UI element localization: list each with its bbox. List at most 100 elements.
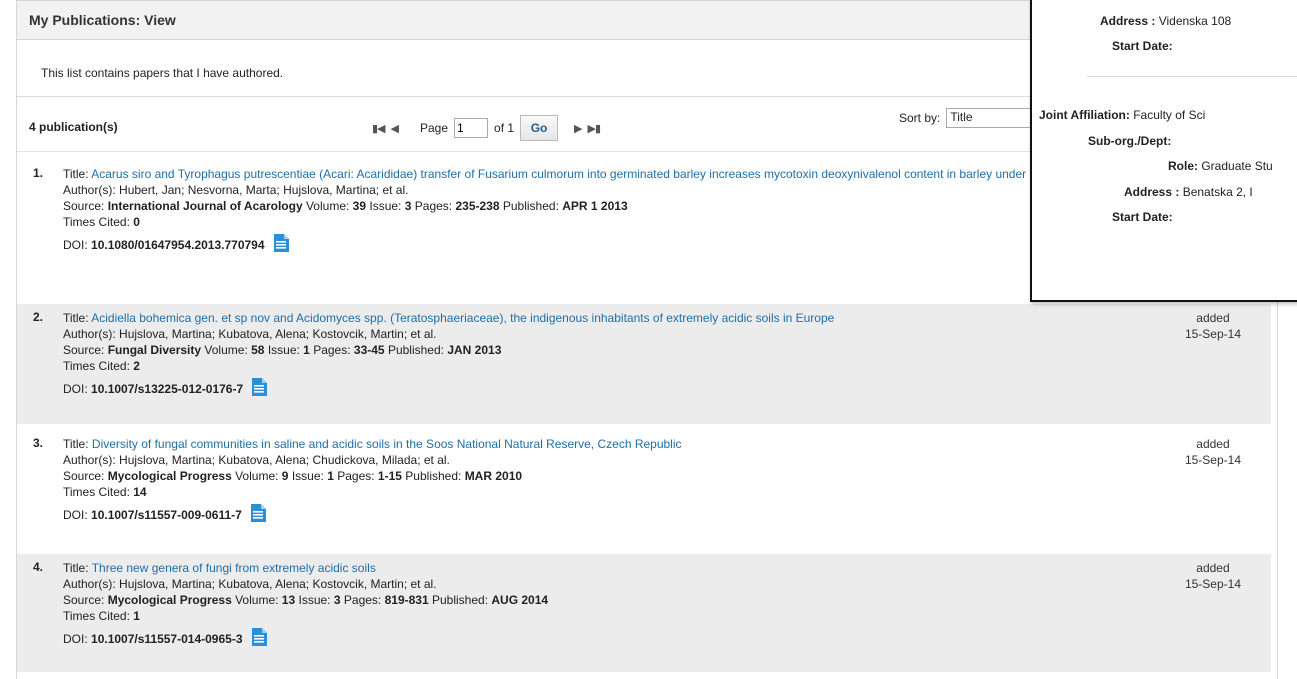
times-cited: 2 [133,359,140,373]
issue-label: Issue: [267,343,300,357]
volume: 58 [251,343,265,357]
added-label: added [1196,437,1230,451]
times-cited: 14 [133,485,147,499]
issue: 3 [404,199,412,213]
intro-text: This list contains papers that I have au… [41,66,284,80]
issue-label: Issue: [291,469,324,483]
journal-name: Mycological Progress [107,593,232,607]
published: MAR 2010 [464,469,523,483]
page-total-label: of 1 [494,121,515,135]
issue: 3 [333,593,341,607]
times-cited-label: Times Cited: [63,359,130,373]
doi: 10.1007/s11557-014-0965-3 [91,632,243,646]
published: JAN 2013 [447,343,502,357]
source-label: Source: [63,593,105,607]
authors-label: Author(s): [63,327,116,341]
times-cited: 0 [133,215,140,229]
pages-label: Pages: [337,469,375,483]
authors: Hubert, Jan; Nesvorna, Marta; Hujslova, … [119,183,409,197]
published: AUG 2014 [491,593,549,607]
issue: 1 [327,469,334,483]
added-label: added [1196,561,1230,575]
times-cited-label: Times Cited: [63,609,130,623]
doi: 10.1007/s13225-012-0176-7 [91,382,244,396]
joint-affiliation-row: Joint Affiliation: Faculty of Sci [1039,108,1205,122]
suborg-row: Sub-org./Dept: [1088,134,1171,148]
last-page-icon[interactable]: ▶▮ [588,122,601,135]
journal-name: Fungal Diversity [107,343,202,357]
title-label: Title: [63,437,89,451]
title-link[interactable]: Diversity of fungal communities in salin… [92,437,682,451]
list-item: 4. Title: Three new genera of fungi from… [17,554,1271,672]
title-link[interactable]: Acarus siro and Tyrophagus putrescentiae… [91,167,1140,181]
list-item: 2. Title: Acidiella bohemica gen. et sp … [17,304,1271,424]
sort-select[interactable]: Title [946,108,1037,128]
volume-label: Volume: [235,469,279,483]
pages: 33-45 [353,343,385,357]
added-date-value: 15-Sep-14 [1184,327,1241,341]
address-row: Address : Videnska 108 [1100,14,1231,28]
added-date: added 15-Sep-14 [1185,560,1241,592]
pages-label: Pages: [414,199,453,213]
pages-label: Pages: [313,343,351,357]
page-label: Page [419,121,449,135]
document-icon[interactable] [250,504,266,527]
role-label: Role: [1168,159,1198,173]
address-label: Address : [1100,14,1156,28]
popup-divider [1086,76,1297,77]
previous-page-icon[interactable]: ◀ [391,122,400,135]
journal-name: Mycological Progress [107,469,232,483]
first-page-icon[interactable]: ▮◀ [372,122,385,135]
issue-label: Issue: [298,593,331,607]
start-date2-row: Start Date: [1112,210,1173,224]
document-icon[interactable] [251,378,268,401]
added-date-value: 15-Sep-14 [1184,577,1241,591]
title-link[interactable]: Three new genera of fungi from extremely… [92,561,376,575]
document-icon[interactable] [273,234,289,257]
next-page-icon[interactable]: ▶ [574,122,583,135]
authors: Hujslova, Martina; Kubatova, Alena; Chud… [119,453,450,467]
volume: 9 [281,469,289,483]
title-label: Title: [63,311,89,325]
page-number-input[interactable] [454,118,489,138]
added-date: added 15-Sep-14 [1185,310,1241,342]
times-cited-label: Times Cited: [63,485,130,499]
source-label: Source: [63,199,105,213]
go-button[interactable]: Go [520,115,559,141]
address2-row: Address : Benatska 2, I [1124,185,1253,199]
sort-label: Sort by: [899,111,941,125]
published-label: Published: [502,199,559,213]
pages-label: Pages: [343,593,382,607]
pagination: ▮◀ ◀ Page of 1 Go ▶ ▶▮ [372,114,601,142]
item-number: 1. [32,166,43,180]
address-value: Videnska 108 [1158,14,1232,28]
issue-label: Issue: [369,199,402,213]
added-date-value: 15-Sep-14 [1184,453,1241,467]
document-icon[interactable] [251,628,267,651]
start-date-row: Start Date: [1112,39,1173,53]
joint-affiliation-label: Joint Affiliation: [1039,108,1130,122]
authors: Hujslova, Martina; Kubatova, Alena; Kost… [119,577,437,591]
page-title: My Publications: View [29,12,176,28]
item-number: 3. [32,436,43,450]
volume: 13 [281,593,296,607]
added-date: added 15-Sep-14 [1185,436,1241,468]
doi-label: DOI: [63,632,88,646]
published-label: Published: [431,593,489,607]
journal-name: International Journal of Acarology [107,199,303,213]
title-link[interactable]: Acidiella bohemica gen. et sp nov and Ac… [91,311,834,325]
item-number: 2. [32,310,43,324]
volume-label: Volume: [235,593,279,607]
authors-label: Author(s): [63,453,116,467]
publication-count: 4 publication(s) [29,120,118,134]
pages: 235-238 [455,199,500,213]
times-cited: 1 [133,609,140,623]
published: APR 1 2013 [562,199,628,213]
pages: 1-15 [377,469,402,483]
times-cited-label: Times Cited: [63,215,130,229]
sort-control: Sort by: Title [899,108,1037,128]
source-label: Source: [63,469,105,483]
doi-label: DOI: [63,382,88,396]
source-label: Source: [63,343,105,357]
volume-label: Volume: [305,199,350,213]
